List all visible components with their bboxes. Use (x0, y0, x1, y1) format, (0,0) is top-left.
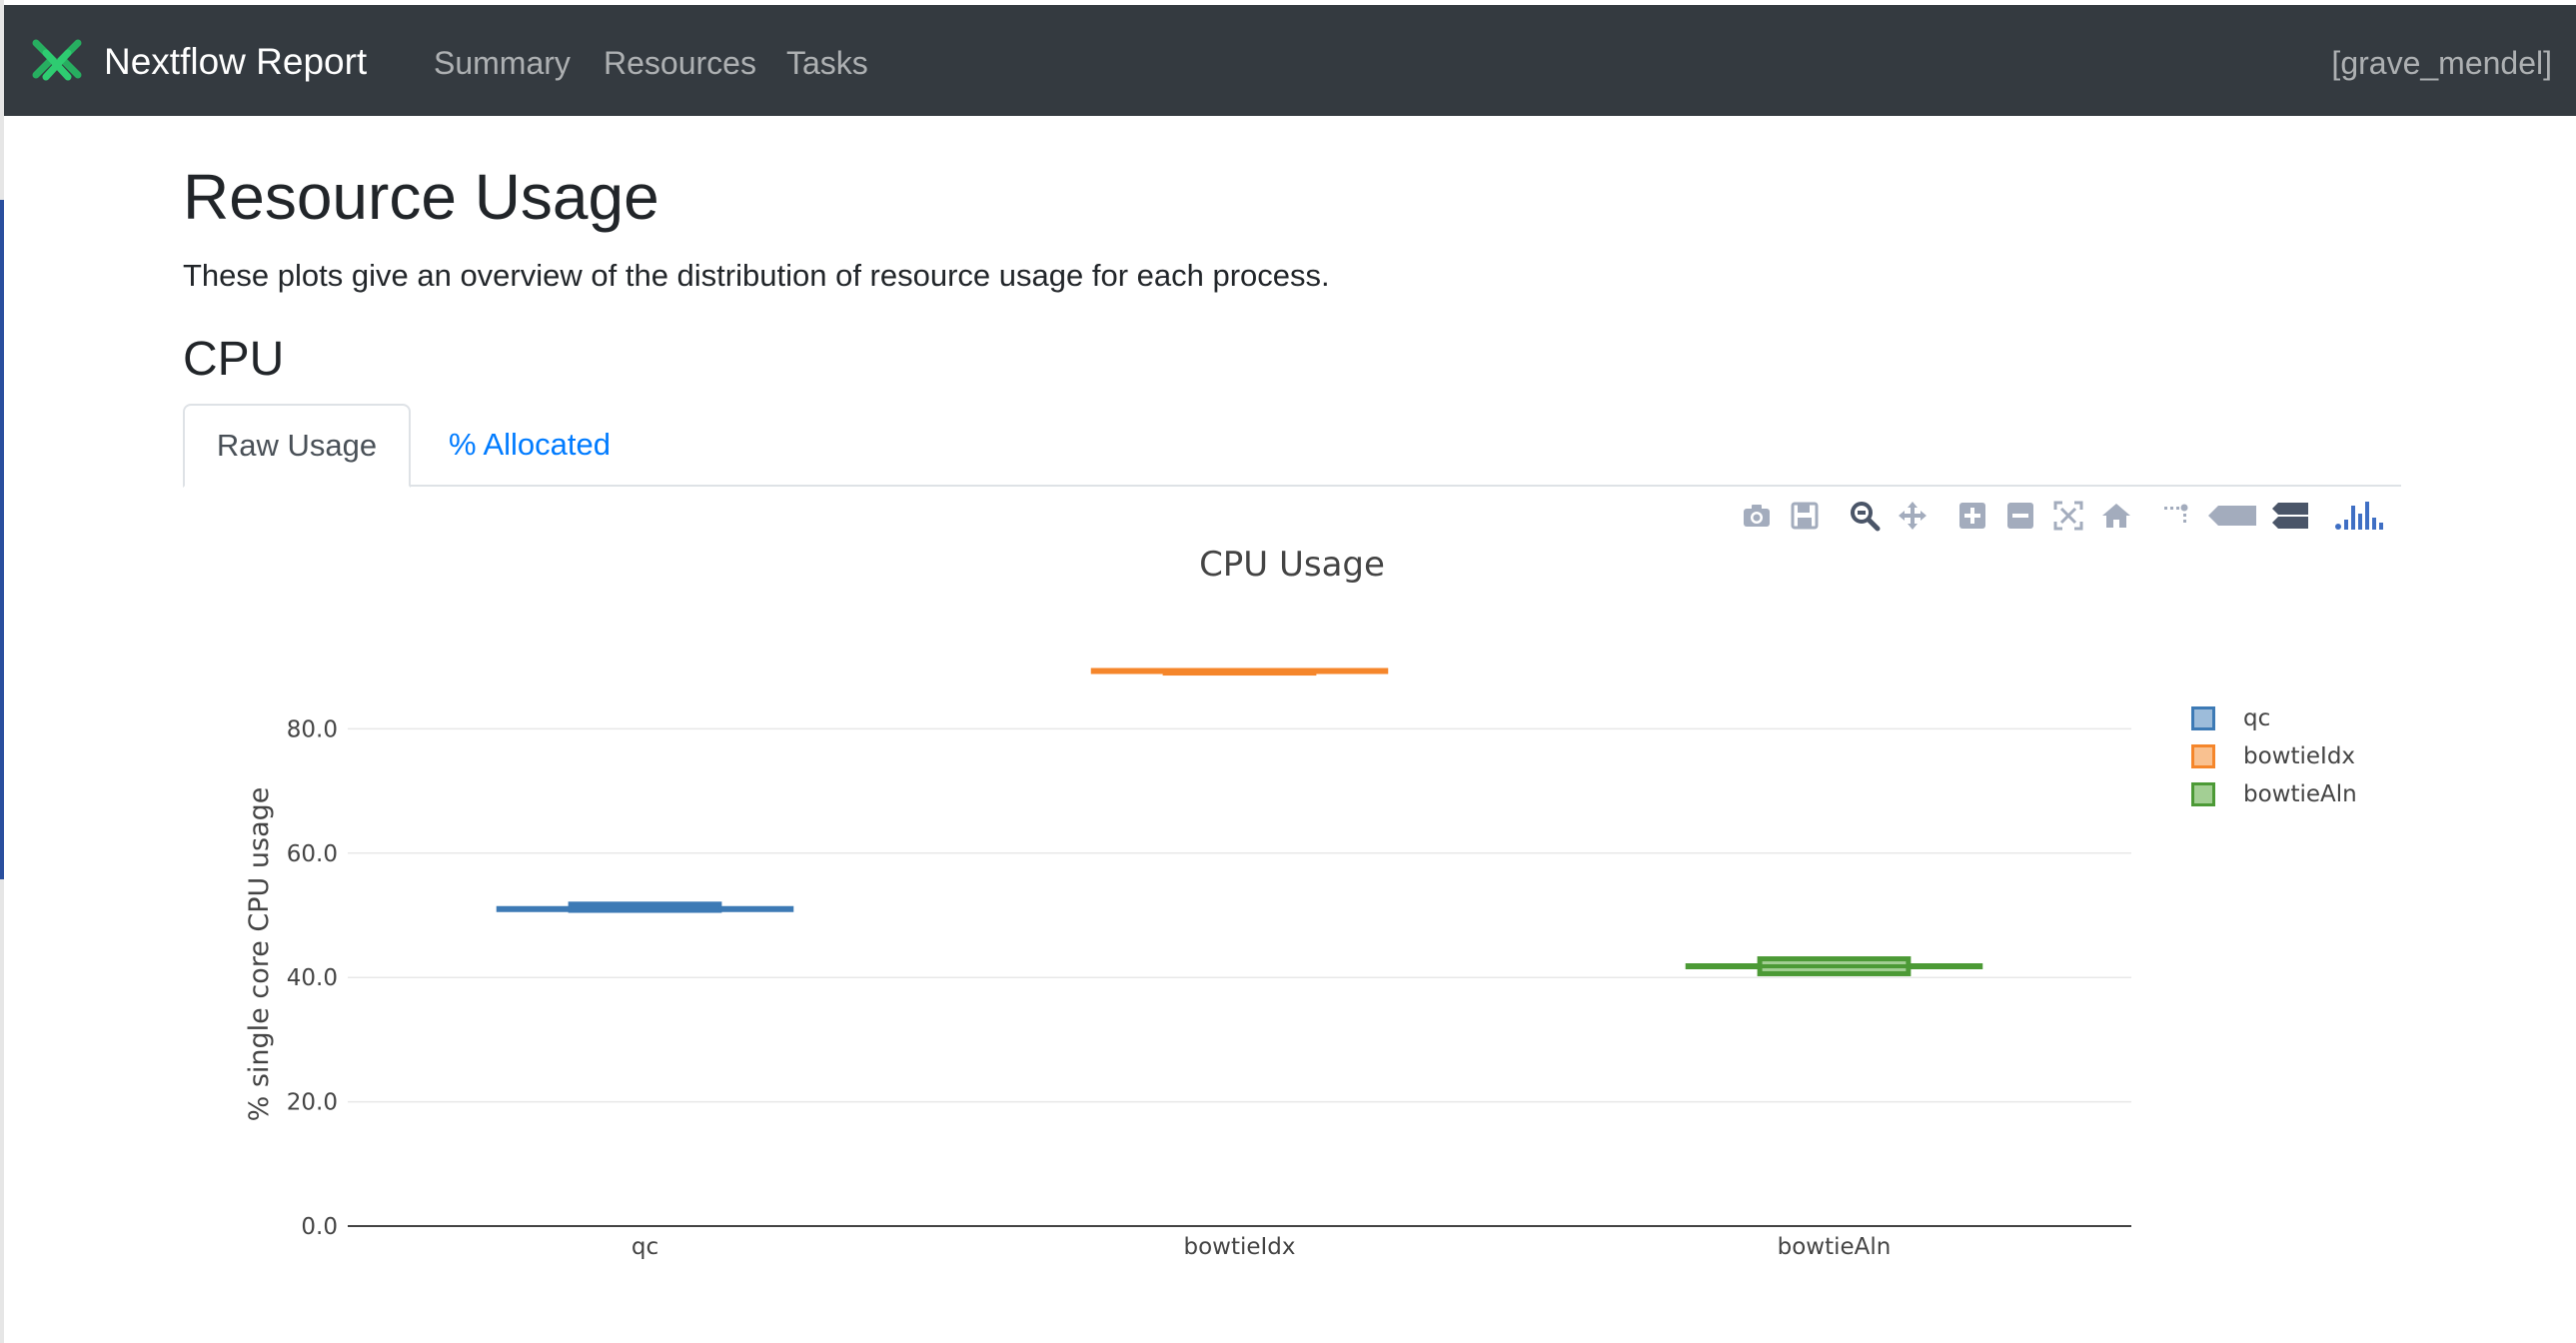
zoom-out-icon[interactable] (2002, 498, 2038, 534)
cpu-usage-chart[interactable]: CPU Usage 0.0 20.0 40.0 60.0 80.0 qc bowtieId… (183, 540, 2231, 1299)
nav-resources[interactable]: Resources (604, 45, 756, 82)
legend-label-bowtieidx: bowtieIdx (2243, 743, 2356, 769)
legend-swatch-qc (2191, 706, 2215, 730)
tab-percent-allocated[interactable]: % Allocated (425, 404, 635, 486)
legend-label-qc: qc (2243, 705, 2271, 731)
box-qc (496, 901, 794, 913)
pan-icon[interactable] (1895, 498, 1931, 534)
plotly-logo-icon[interactable] (2334, 498, 2386, 534)
legend-label-bowtiealn: bowtieAln (2243, 781, 2357, 807)
chart-title: CPU Usage (1199, 545, 1385, 585)
nav-tasks[interactable]: Tasks (786, 45, 868, 82)
legend-item-bowtieidx[interactable]: bowtieIdx (2191, 737, 2357, 775)
chart-modebar (1739, 498, 2398, 534)
chart-legend: qc bowtieIdx bowtieAln (2191, 699, 2357, 813)
legend-item-bowtiealn[interactable]: bowtieAln (2191, 775, 2357, 813)
legend-swatch-bowtieidx (2191, 744, 2215, 768)
page-description: These plots give an overview of the dist… (183, 258, 1330, 293)
spike-lines-icon[interactable] (2158, 498, 2194, 534)
run-name: [grave_mendel] (2331, 45, 2552, 81)
section-title-cpu: CPU (183, 333, 285, 386)
window-edge (0, 0, 4, 1343)
legend-swatch-bowtiealn (2191, 782, 2215, 806)
background-window-edge (0, 200, 4, 879)
nextflow-logo-icon (32, 39, 82, 81)
reset-axes-icon[interactable] (2098, 498, 2134, 534)
hover-compare-icon[interactable] (2270, 498, 2310, 534)
x-tick-label: bowtieIdx (1183, 1234, 1295, 1260)
y-axis-label: % single core CPU usage (244, 787, 275, 1122)
brand-title: Nextflow Report (104, 41, 368, 82)
hover-closest-icon[interactable] (2206, 498, 2258, 534)
x-tick-label: qc (632, 1234, 658, 1260)
camera-icon[interactable] (1739, 498, 1775, 534)
page-title: Resource Usage (183, 161, 659, 233)
zoom-icon[interactable] (1847, 498, 1883, 534)
box-bowtieAln (1685, 956, 1983, 976)
save-icon[interactable] (1787, 498, 1823, 534)
y-tick-label: 80.0 (287, 716, 338, 742)
nav-summary[interactable]: Summary (434, 45, 571, 82)
x-tick-label: bowtieAln (1778, 1234, 1892, 1260)
tab-raw-usage[interactable]: Raw Usage (183, 404, 411, 488)
y-tick-label: 60.0 (287, 841, 338, 867)
y-tick-label: 40.0 (287, 965, 338, 991)
box-bowtieIdx (1090, 668, 1389, 676)
navbar: Nextflow Report Summary Resources Tasks … (4, 5, 2576, 116)
legend-item-qc[interactable]: qc (2191, 699, 2357, 737)
y-tick-label: 20.0 (287, 1090, 338, 1116)
brand[interactable]: Nextflow Report (32, 39, 367, 85)
zoom-in-icon[interactable] (1954, 498, 1990, 534)
autoscale-icon[interactable] (2050, 498, 2086, 534)
y-tick-label: 0.0 (301, 1214, 338, 1240)
